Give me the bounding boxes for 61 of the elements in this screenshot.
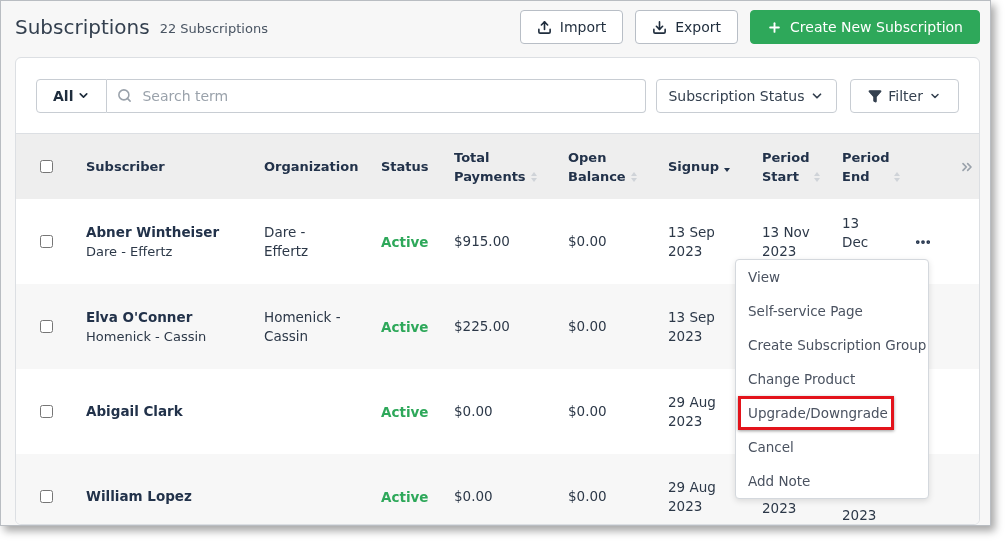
select-all-checkbox[interactable] [40,160,53,173]
table-cell: 13 Nov 2023 [762,223,810,259]
table-cell: $0.00 [454,403,493,419]
row-checkbox[interactable] [40,235,53,248]
search-field[interactable]: Search term [107,78,646,113]
table-cell: 13 Sep 2023 [668,223,715,259]
table-cell: $0.00 [568,403,607,419]
table-cell: $0.00 [568,488,607,504]
table-cell: 2023 [842,507,877,523]
subscriber-company: Dare - Effertz [86,242,174,261]
row-checkbox[interactable] [40,490,53,503]
import-button[interactable]: Import [519,10,624,44]
menu-item[interactable]: Change Product [738,362,928,396]
subscriber-name: William Lopez [86,487,193,506]
table-cell: $915.00 [454,233,510,249]
column-header: Total Payments [454,148,526,186]
filter-button[interactable]: Filter [850,78,959,113]
table-cell: $0.00 [568,318,607,334]
status-label: Active [381,488,429,505]
export-button[interactable]: Export [635,10,739,44]
table-cell: $0.00 [568,233,607,249]
column-header: Organization [264,158,359,176]
organization-cell: Dare - Effertz [264,223,309,259]
subscriber-company: Homenick - Cassin [86,327,208,346]
subscription-count: 22 Subscriptions [159,20,268,36]
row-checkbox[interactable] [40,320,53,333]
filter-icon [868,88,883,103]
search-icon [117,88,133,103]
column-header: Period End [842,148,890,186]
menu-item[interactable]: Add Note [738,464,928,498]
status-label: Active [381,233,429,250]
table-cell: 2023 [762,500,797,516]
table-cell: $225.00 [454,318,510,334]
row-checkbox[interactable] [40,405,53,418]
column-header: Period Start [762,148,810,186]
table-cell: 13 Sep 2023 [668,308,715,344]
table-cell: $0.00 [454,488,493,504]
page-title: Subscriptions [15,15,150,39]
download-icon [652,19,668,35]
status-label: Active [381,403,429,420]
menu-item[interactable]: Upgrade/Downgrade [738,396,894,430]
status-dropdown[interactable]: Subscription Status [655,78,838,113]
table-cell: 29 Aug 2023 [668,393,716,429]
column-header: Status [381,158,429,176]
scope-dropdown[interactable]: All [36,78,108,113]
subscriber-name: Elva O'Conner [86,307,194,327]
menu-item[interactable]: View [738,260,928,294]
organization-cell: Homenick - Cassin [264,308,341,344]
table-cell: 13 Dec [842,214,869,250]
upload-icon [536,19,552,35]
column-header: Signup [668,158,719,176]
status-label: Active [381,318,429,335]
subscriber-name: Abner Wintheiser [86,222,221,242]
column-header: Open Balance [568,148,626,186]
menu-item[interactable]: Cancel [738,430,928,464]
menu-item[interactable]: Self-service Page [738,294,928,328]
column-header: Subscriber [86,158,165,176]
menu-item[interactable]: Create Subscription Group [738,328,928,362]
table-cell: 29 Aug 2023 [668,478,716,514]
plus-icon [767,19,783,35]
subscriber-name: Abigail Clark [86,402,184,421]
